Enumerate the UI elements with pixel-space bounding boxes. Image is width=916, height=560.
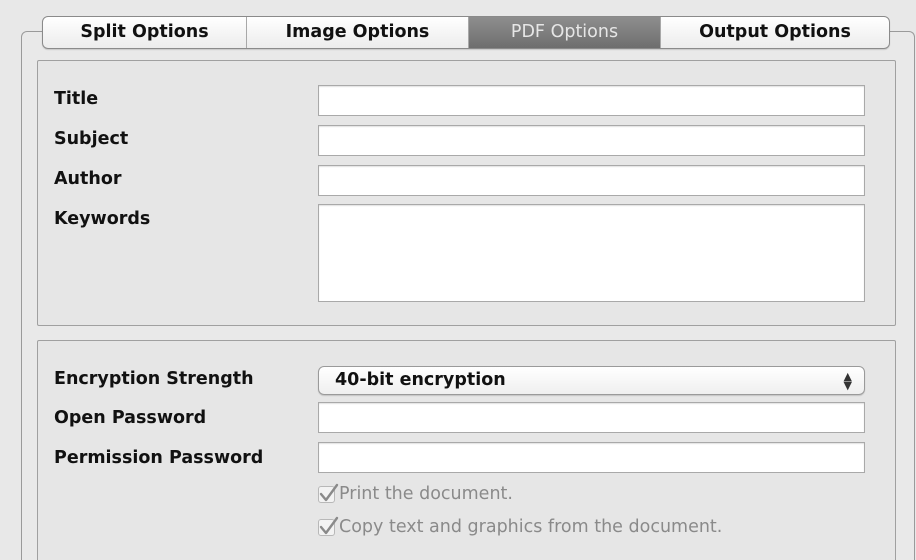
print-label: Print the document. bbox=[339, 484, 513, 504]
tab-split-options[interactable]: Split Options bbox=[43, 17, 247, 48]
permission-password-label: Permission Password bbox=[54, 448, 264, 468]
permission-password-field[interactable] bbox=[318, 442, 865, 473]
encryption-strength-select[interactable]: 40-bit encryption ▲ ▼ bbox=[318, 366, 865, 395]
pdf-options-panel: Split Options Image Options PDF Options … bbox=[0, 0, 916, 560]
tab-pdf-options[interactable]: PDF Options bbox=[469, 17, 661, 48]
tab-output-options[interactable]: Output Options bbox=[661, 17, 889, 48]
checkmark-icon bbox=[319, 516, 339, 534]
checkmark-icon bbox=[319, 483, 339, 501]
open-password-field[interactable] bbox=[318, 402, 865, 433]
subject-field[interactable] bbox=[318, 125, 865, 156]
title-field[interactable] bbox=[318, 85, 865, 116]
author-field[interactable] bbox=[318, 165, 865, 196]
print-checkbox[interactable] bbox=[318, 483, 339, 503]
print-permission-row[interactable]: Print the document. bbox=[318, 483, 513, 504]
open-password-label: Open Password bbox=[54, 408, 207, 428]
encryption-strength-value: 40-bit encryption bbox=[335, 370, 506, 390]
copy-label: Copy text and graphics from the document… bbox=[339, 517, 723, 537]
tab-bar: Split Options Image Options PDF Options … bbox=[42, 16, 890, 49]
keywords-field[interactable] bbox=[318, 204, 865, 302]
copy-checkbox[interactable] bbox=[318, 516, 339, 536]
subject-label: Subject bbox=[54, 129, 129, 149]
security-group: Encryption Strength 40-bit encryption ▲ ▼… bbox=[37, 340, 896, 560]
author-label: Author bbox=[54, 169, 122, 189]
select-arrows-icon: ▲ ▼ bbox=[843, 369, 852, 392]
encryption-strength-label: Encryption Strength bbox=[54, 369, 254, 389]
keywords-label: Keywords bbox=[54, 209, 151, 229]
tab-image-options[interactable]: Image Options bbox=[247, 17, 469, 48]
copy-permission-row[interactable]: Copy text and graphics from the document… bbox=[318, 516, 723, 537]
title-label: Title bbox=[54, 89, 99, 109]
document-info-group: Title Subject Author Keywords bbox=[37, 60, 896, 326]
